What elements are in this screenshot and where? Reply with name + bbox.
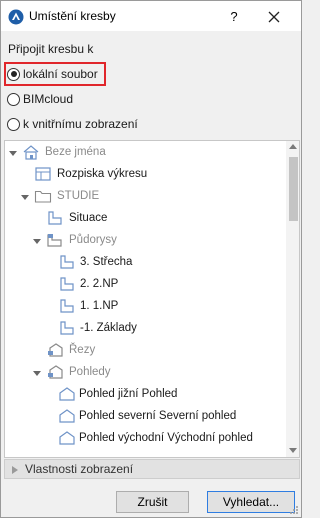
tree-item-label: -1. Základy <box>80 322 137 334</box>
elevation-folder-icon <box>48 365 63 379</box>
browse-button[interactable]: Vyhledat... <box>207 491 295 513</box>
radio-label: k vnitřnímu zobrazení <box>23 117 138 131</box>
radio-button[interactable] <box>7 92 20 106</box>
site-plan-icon <box>48 211 62 225</box>
resize-grip-icon[interactable] <box>289 505 299 515</box>
cancel-button[interactable]: Zrušit <box>116 491 189 513</box>
tree-item[interactable]: -1. Základy <box>58 317 137 339</box>
tree-item-label: Půdorysy <box>69 234 117 246</box>
floor-plan-icon <box>60 255 74 269</box>
tree-item-label: Pohled jižní Pohled <box>79 388 178 400</box>
view-properties-panel-header[interactable]: Vlastnosti zobrazení <box>4 459 300 479</box>
title-bar[interactable]: Umístění kresby ? <box>1 1 301 31</box>
tree-item[interactable]: 1. 1.NP <box>58 295 118 317</box>
tree-item-label: Situace <box>69 212 108 224</box>
tree-item-label: 1. 1.NP <box>80 300 119 312</box>
floor-plan-icon <box>60 299 74 313</box>
tree-item-label: Pohledy <box>69 366 111 378</box>
folder-icon <box>34 190 52 203</box>
scroll-thumb[interactable] <box>289 157 298 221</box>
elevation-icon <box>59 431 75 445</box>
radio-bimcloud[interactable]: BIMcloud <box>7 89 73 109</box>
floor-plan-icon <box>60 321 74 335</box>
view-properties-label: Vlastnosti zobrazení <box>25 462 134 476</box>
tree-item[interactable]: Půdorysy <box>46 229 117 251</box>
story-folder-icon <box>47 234 62 247</box>
tree-item-label: 3. Střecha <box>80 256 133 268</box>
close-icon[interactable] <box>263 7 285 27</box>
scroll-down-arrow-icon[interactable] <box>289 446 297 454</box>
placement-dialog: Umístění kresby ? Připojit kresbu k loká… <box>0 0 302 518</box>
tree-item-label: Řezy <box>69 344 96 356</box>
help-button[interactable]: ? <box>223 7 245 27</box>
tree-item[interactable]: Pohledy <box>46 361 111 383</box>
tree-item[interactable]: Beze jména <box>22 141 106 163</box>
project-icon <box>23 145 39 160</box>
elevation-icon <box>59 387 75 401</box>
view-tree[interactable]: Beze jména Rozpiska výkresu STUDIE Situa… <box>4 140 300 458</box>
tree-item[interactable]: 3. Střecha <box>58 251 132 273</box>
archicad-app-icon <box>8 9 24 25</box>
tree-item[interactable]: Pohled severní Severní pohled <box>58 405 236 427</box>
tree-item-label: STUDIE <box>57 190 100 202</box>
tree-item-label: 2. 2.NP <box>80 278 119 290</box>
radio-button[interactable] <box>7 117 20 131</box>
tree-item[interactable]: Řezy <box>46 339 95 361</box>
expand-arrow-icon[interactable] <box>11 465 19 475</box>
highlight-frame <box>4 62 106 86</box>
radio-label: BIMcloud <box>23 92 74 106</box>
collapse-arrow-icon[interactable] <box>32 236 42 246</box>
elevation-icon <box>59 409 75 423</box>
collapse-arrow-icon[interactable] <box>8 148 18 158</box>
connect-label: Připojit kresbu k <box>8 42 94 56</box>
tree-item-label: Rozpiska výkresu <box>57 168 148 180</box>
scroll-up-arrow-icon[interactable] <box>289 143 297 151</box>
tree-item[interactable]: Situace <box>46 207 107 229</box>
tree-item[interactable]: STUDIE <box>34 185 99 207</box>
tree-item-label: Pohled východní Východní pohled <box>79 432 253 444</box>
tree-item[interactable]: 2. 2.NP <box>58 273 118 295</box>
tree-item-label: Beze jména <box>45 146 106 158</box>
tree-scrollbar[interactable] <box>286 141 299 457</box>
tree-item[interactable]: Rozpiska výkresu <box>34 163 147 185</box>
tree-item[interactable]: Pohled východní Východní pohled <box>58 427 253 449</box>
view-icon <box>35 167 51 181</box>
collapse-arrow-icon[interactable] <box>32 368 42 378</box>
floor-plan-icon <box>60 277 74 291</box>
collapse-arrow-icon[interactable] <box>20 192 30 202</box>
radio-internal-view[interactable]: k vnitřnímu zobrazení <box>7 114 138 134</box>
section-folder-icon <box>48 343 63 357</box>
tree-item[interactable]: Pohled jižní Pohled <box>58 383 177 405</box>
window-title: Umístění kresby <box>29 9 116 23</box>
tree-item-label: Pohled severní Severní pohled <box>79 410 237 422</box>
